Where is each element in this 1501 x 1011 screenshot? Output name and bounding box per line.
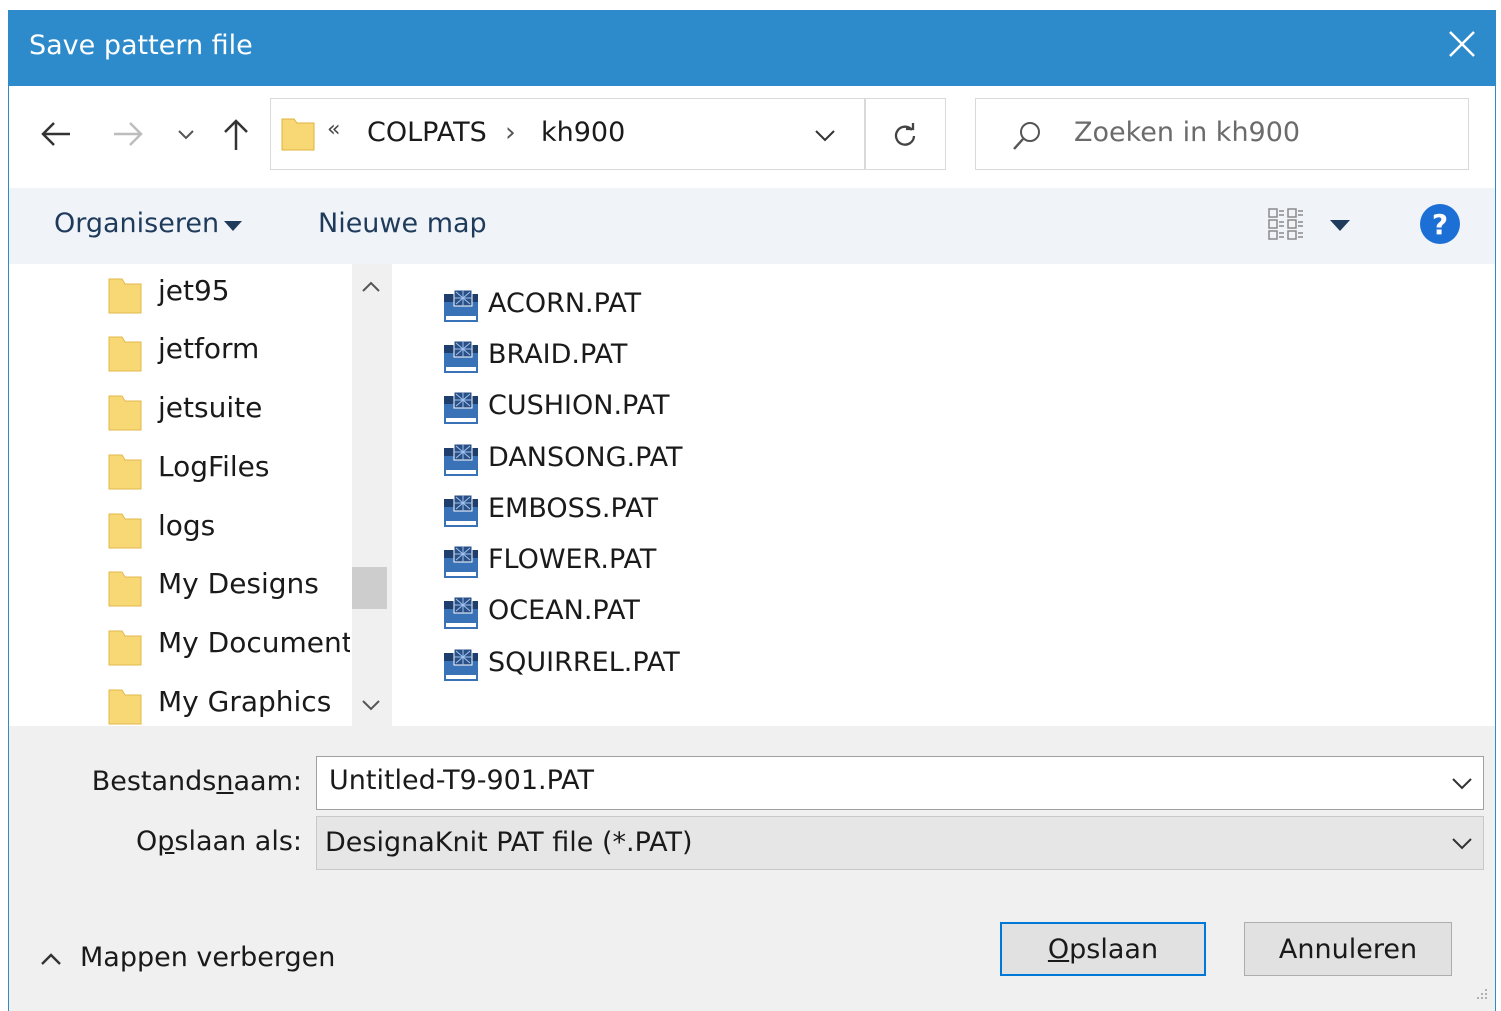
savetype-select[interactable]: DesignaKnit PAT file (*.PAT): [316, 816, 1484, 870]
search-placeholder: Zoeken in kh900: [1074, 117, 1301, 148]
title-bar: Save pattern file: [8, 10, 1496, 86]
file-name: CUSHION.PAT: [488, 390, 670, 421]
search-box[interactable]: Zoeken in kh900: [975, 98, 1469, 170]
save-button[interactable]: Opslaan: [1000, 922, 1206, 976]
tree-item-label: My Designs: [158, 567, 319, 600]
pattern-file-icon: [444, 391, 478, 424]
navigation-bar: « COLPATS › kh900 Zoeken in kh900: [8, 86, 1496, 188]
breadcrumb-segment-kh900[interactable]: kh900: [541, 117, 625, 148]
pattern-file-icon: [444, 443, 478, 476]
pattern-file-icon: [444, 494, 478, 527]
scroll-up-icon[interactable]: [358, 276, 384, 298]
file-name: EMBOSS.PAT: [488, 493, 658, 524]
folder-tree-pane: jet95 jetform jetsuite LogFiles logs My …: [8, 264, 392, 726]
view-options-icon[interactable]: [1266, 206, 1308, 246]
search-icon: [1013, 122, 1040, 150]
folder-icon: [281, 118, 315, 151]
file-name: DANSONG.PAT: [488, 442, 683, 473]
savetype-label-accesskey: p: [157, 826, 175, 857]
up-arrow-icon[interactable]: [216, 114, 256, 154]
file-name: OCEAN.PAT: [488, 595, 640, 626]
breadcrumb-overflow[interactable]: «: [327, 117, 340, 142]
breadcrumb-segment-colpats[interactable]: COLPATS: [367, 117, 487, 148]
command-toolbar: Organiseren Nieuwe map ?: [8, 188, 1496, 264]
file-list-pane: ACORN.PAT BRAID.PAT CUSHION.PAT DANSONG.…: [392, 264, 1496, 726]
save-button-accesskey: O: [1047, 933, 1070, 965]
tree-item-label: LogFiles: [158, 450, 270, 483]
recent-locations-chevron-icon[interactable]: [174, 122, 198, 146]
filename-label-accesskey: n: [216, 766, 234, 797]
resize-grip-icon[interactable]: [1470, 986, 1490, 1006]
scroll-down-icon[interactable]: [358, 694, 384, 716]
filename-input[interactable]: Untitled-T9-901.PAT: [316, 756, 1484, 810]
filename-label: Bestandsnaam:: [2, 766, 302, 797]
folder-icon: [108, 336, 142, 372]
tree-scrollbar-thumb[interactable]: [352, 567, 387, 609]
pattern-file-icon: [444, 340, 478, 373]
tree-item-label: My Graphics: [158, 685, 332, 718]
refresh-icon: [894, 123, 916, 146]
tree-scrollbar[interactable]: [352, 264, 392, 726]
folder-icon: [108, 395, 142, 431]
cancel-button[interactable]: Annuleren: [1244, 922, 1452, 976]
tree-item-label: jet95: [158, 274, 230, 307]
folder-icon: [108, 513, 142, 549]
pattern-file-icon: [444, 289, 478, 322]
help-icon[interactable]: ?: [1420, 204, 1460, 244]
filename-dropdown-chevron-icon[interactable]: [1447, 768, 1477, 798]
savetype-dropdown-chevron-icon[interactable]: [1447, 828, 1477, 858]
file-name: FLOWER.PAT: [488, 544, 657, 575]
file-name: SQUIRREL.PAT: [488, 647, 680, 678]
filename-label-part: aam:: [233, 766, 303, 797]
tree-item-label: jetsuite: [158, 391, 263, 424]
savetype-label-part: O: [136, 826, 158, 857]
hide-folders-label: Mappen verbergen: [80, 942, 336, 973]
address-dropdown-chevron-icon[interactable]: [811, 123, 839, 147]
back-arrow-icon[interactable]: [36, 114, 76, 154]
savetype-label: Opslaan als:: [2, 826, 302, 857]
pattern-file-icon: [444, 596, 478, 629]
folder-icon: [108, 630, 142, 666]
organize-dropdown-icon[interactable]: [222, 218, 244, 234]
file-name: BRAID.PAT: [488, 339, 628, 370]
savetype-label-part: slaan als:: [174, 826, 302, 857]
folder-icon: [108, 454, 142, 490]
pattern-file-icon: [444, 545, 478, 578]
refresh-button[interactable]: [864, 98, 946, 170]
view-dropdown-icon[interactable]: [1328, 216, 1352, 234]
organize-button[interactable]: Organiseren: [54, 208, 219, 239]
folder-icon: [108, 278, 142, 314]
chevron-up-icon: [41, 952, 61, 965]
filename-label-part: Bestands: [91, 766, 217, 797]
tree-item-label: jetform: [158, 332, 260, 365]
tree-item-label: My Document:: [158, 626, 350, 659]
window-title: Save pattern file: [29, 30, 253, 61]
filename-value: Untitled-T9-901.PAT: [329, 765, 595, 796]
folder-icon: [108, 689, 142, 725]
breadcrumb-separator: ›: [505, 117, 516, 148]
new-folder-button[interactable]: Nieuwe map: [318, 208, 487, 239]
forward-arrow-icon[interactable]: [108, 114, 148, 154]
address-bar[interactable]: « COLPATS › kh900: [270, 98, 866, 170]
organize-label: Organiseren: [54, 208, 220, 239]
savetype-value: DesignaKnit PAT file (*.PAT): [325, 827, 693, 858]
tree-item-label: logs: [158, 509, 216, 542]
save-form: Bestandsnaam: Untitled-T9-901.PAT Opslaa…: [8, 726, 1496, 1011]
save-button-label: pslaan: [1069, 933, 1159, 965]
pattern-file-icon: [444, 648, 478, 681]
close-icon[interactable]: [1442, 24, 1482, 64]
hide-folders-toggle[interactable]: Mappen verbergen: [38, 942, 335, 973]
folder-icon: [108, 571, 142, 607]
file-name: ACORN.PAT: [488, 288, 642, 319]
